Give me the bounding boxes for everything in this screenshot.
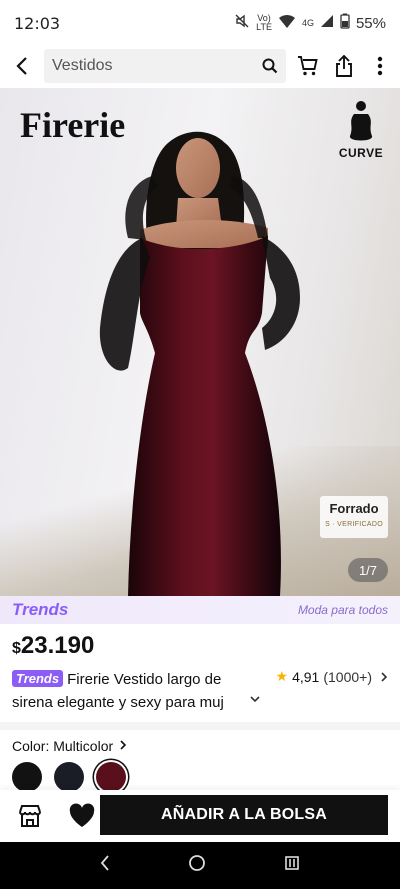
rating-value: 4,91 [292, 668, 320, 685]
mute-icon [234, 13, 250, 33]
color-swatch-burgundy[interactable] [96, 762, 126, 792]
curvy-silhouette-icon [349, 101, 373, 141]
trends-tagline: Moda para todos [297, 603, 388, 617]
nav-home-button[interactable] [188, 854, 206, 877]
verified-label: S · VERIFICADO [325, 521, 383, 528]
section-divider [0, 722, 400, 730]
nav-back-button[interactable] [99, 854, 111, 877]
chevron-right-icon [120, 740, 127, 750]
chevron-left-icon [16, 57, 27, 75]
battery-icon [340, 13, 350, 33]
volte-label: Vo) LTE [256, 13, 272, 32]
search-input[interactable]: Vestidos [44, 49, 286, 83]
color-selector-label[interactable]: Color: Multicolor [12, 738, 127, 754]
product-image-gallery[interactable]: Firerie CURVE Forrado S · VERIFICADO 1/7 [0, 88, 400, 596]
color-swatch-black[interactable] [12, 762, 42, 792]
wifi-icon [278, 13, 296, 33]
trends-pill: Trends [12, 670, 64, 687]
nav-recents-button[interactable] [283, 854, 301, 877]
product-title[interactable]: Trends Firerie Vestido largo de sirena el… [12, 668, 264, 714]
search-query: Vestidos [52, 57, 113, 74]
system-nav-bar [0, 842, 400, 889]
status-icons: Vo) LTE 4G 55% [234, 13, 386, 33]
add-to-bag-button[interactable]: AÑADIR A LA BOLSA [100, 795, 388, 835]
more-vertical-icon [377, 56, 383, 76]
network-label: 4G [301, 17, 314, 28]
product-header: Vestidos [0, 46, 400, 86]
product-title-row: Trends Firerie Vestido largo de sirena el… [12, 668, 388, 714]
share-button[interactable] [326, 46, 362, 86]
trends-logo: Trends [12, 600, 69, 619]
nav-recents-icon [285, 856, 300, 870]
back-button[interactable] [0, 46, 44, 86]
lined-badge: Forrado S · VERIFICADO [320, 496, 388, 538]
curve-badge: CURVE [334, 100, 388, 160]
more-options-button[interactable] [362, 46, 398, 86]
lined-label: Forrado [329, 501, 379, 516]
review-count: (1000+) [323, 668, 372, 685]
store-icon [19, 805, 41, 827]
color-label: Color: Multicolor [12, 738, 114, 754]
wishlist-button[interactable] [60, 794, 104, 838]
status-time: 12:03 [14, 13, 61, 33]
price-value: 23.190 [20, 632, 95, 659]
color-swatch-navy[interactable] [54, 762, 84, 792]
cart-button[interactable] [290, 46, 326, 86]
curve-label: CURVE [338, 146, 384, 160]
image-counter: 1/7 [348, 558, 388, 582]
store-button[interactable] [8, 794, 52, 838]
status-bar: 12:03 Vo) LTE 4G 55% [0, 0, 400, 46]
heart-icon [69, 803, 95, 827]
star-icon: ★ [275, 668, 289, 684]
search-icon[interactable] [262, 58, 278, 74]
chevron-right-icon [381, 671, 388, 682]
signal-icon [320, 14, 334, 32]
trends-banner[interactable]: Trends Moda para todos [0, 596, 400, 624]
nav-home-icon [189, 855, 205, 871]
chevron-down-icon[interactable] [250, 692, 260, 706]
product-rating[interactable]: ★ 4,91 (1000+) [276, 668, 388, 685]
battery-percent: 55% [355, 14, 386, 32]
price-currency: $ [12, 640, 21, 657]
share-icon [336, 55, 352, 77]
color-swatches [12, 762, 126, 792]
nav-back-icon [100, 855, 109, 871]
brand-overlay: Firerie [20, 105, 126, 145]
bottom-action-bar: AÑADIR A LA BOLSA [0, 790, 400, 842]
cart-icon [298, 56, 318, 76]
product-price: $23.190 [12, 632, 94, 660]
